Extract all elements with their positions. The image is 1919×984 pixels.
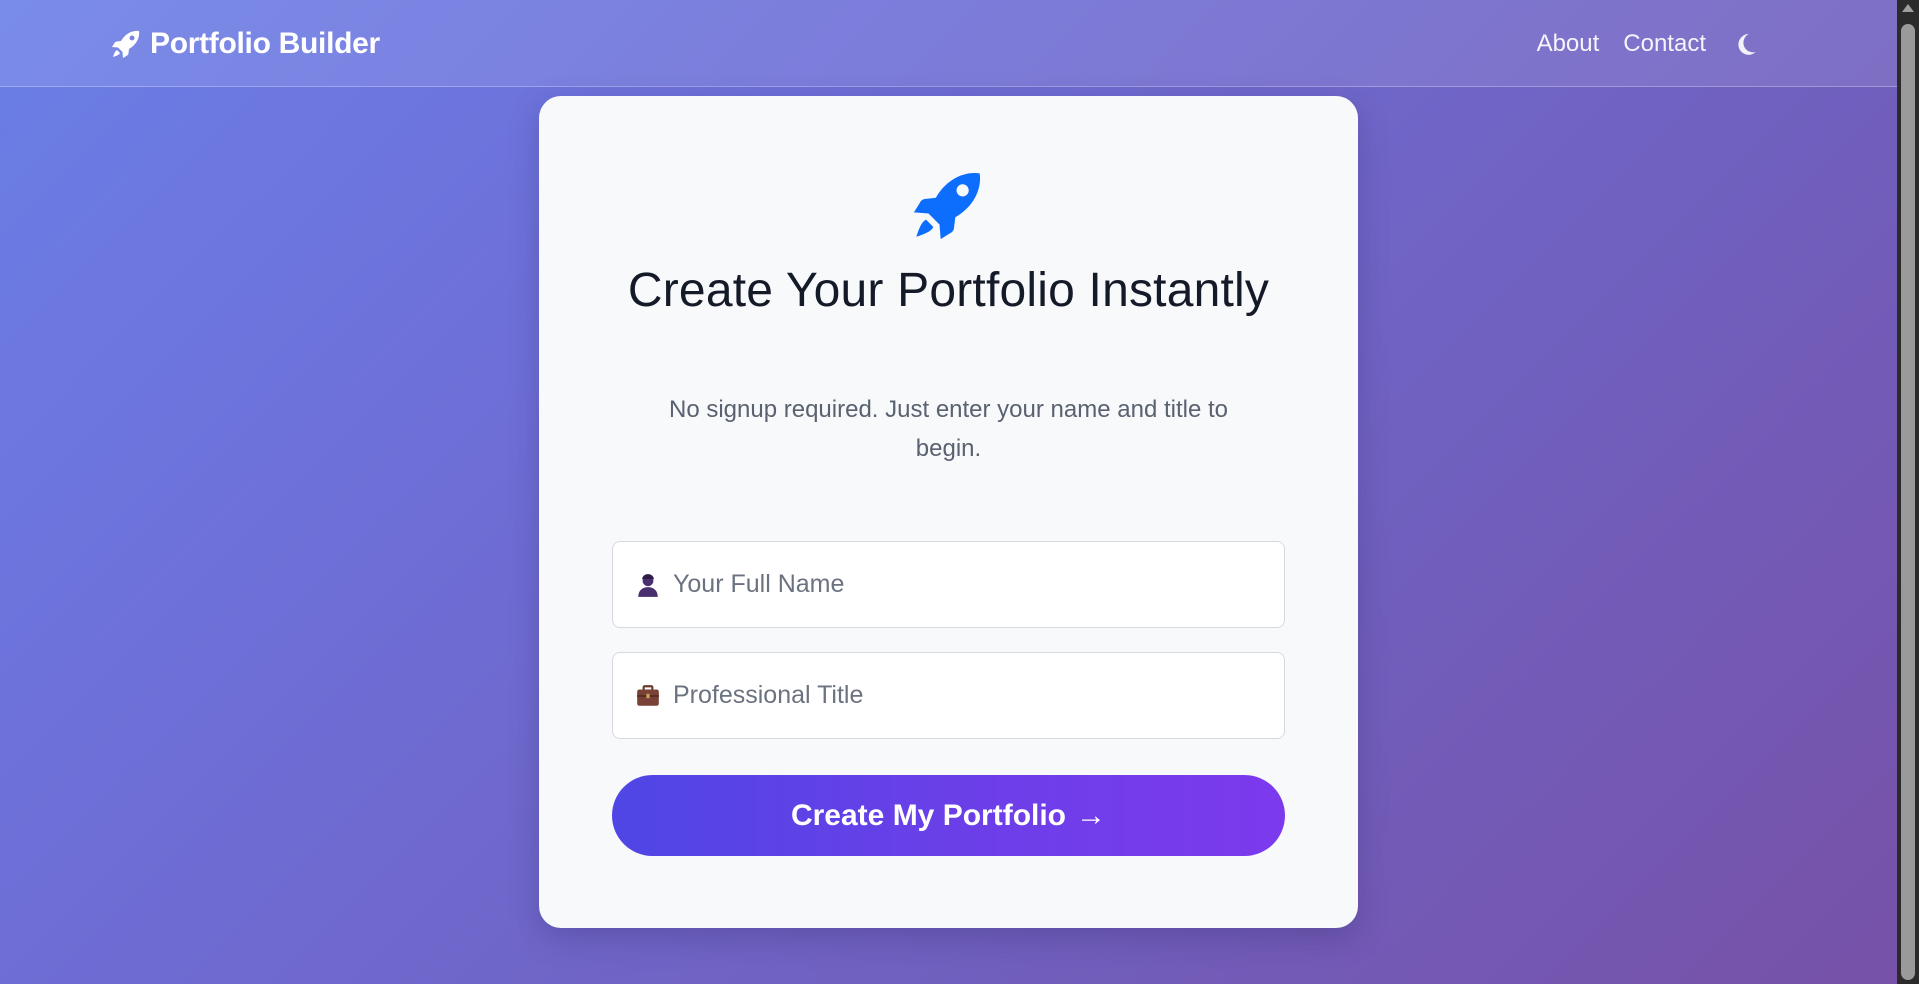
create-portfolio-button[interactable]: Create My Portfolio → [612,775,1285,856]
navbar: Portfolio Builder About Contact [0,0,1897,87]
professional-title-field[interactable] [612,652,1285,739]
full-name-input[interactable] [671,541,1284,628]
rocket-icon [909,166,987,244]
full-name-field[interactable] [612,541,1285,628]
nav-about-link[interactable]: About [1537,30,1600,58]
nav-links: About Contact [1537,22,1760,66]
rocket-icon [110,28,142,60]
create-portfolio-card: Create Your Portfolio Instantly No signu… [539,96,1358,928]
briefcase-icon [635,683,661,709]
brand-label: Portfolio Builder [150,27,380,60]
scrollbar-thumb[interactable] [1901,24,1915,980]
theme-toggle-button[interactable] [1732,29,1760,59]
page-title: Create Your Portfolio Instantly [627,264,1270,317]
vertical-scrollbar[interactable] [1897,0,1919,984]
moon-icon [1738,33,1756,55]
scroll-up-arrow-icon[interactable] [1902,4,1914,12]
create-portfolio-label: Create My Portfolio [790,798,1067,832]
nav-contact-link[interactable]: Contact [1623,30,1706,58]
brand-link[interactable]: Portfolio Builder [110,22,380,66]
arrow-right-icon: → [1076,798,1107,832]
person-icon [635,572,661,598]
viewport: Portfolio Builder About Contact Create Y… [0,0,1897,984]
professional-title-input[interactable] [671,652,1284,739]
page-subtitle: No signup required. Just enter your name… [669,396,1228,462]
